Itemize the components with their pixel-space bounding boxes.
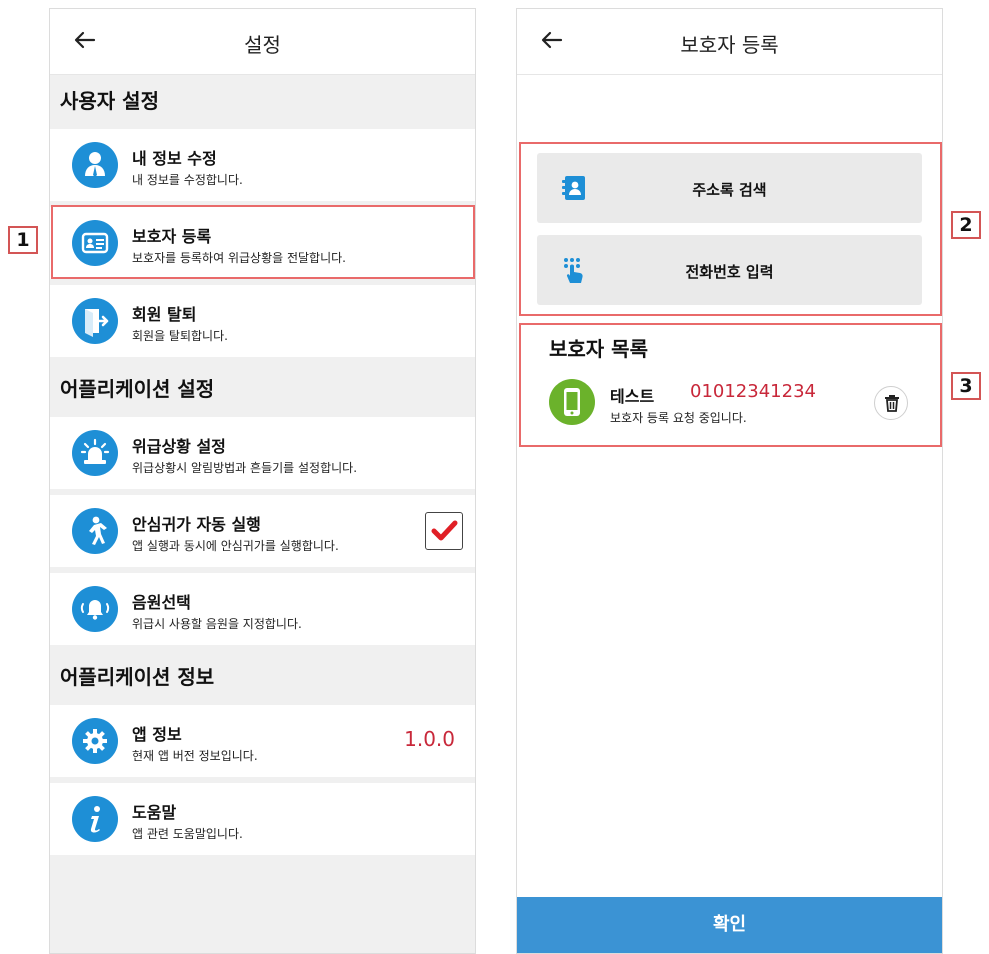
callout-1: [51, 205, 475, 279]
walking-person-icon: [72, 508, 118, 554]
help-item[interactable]: 도움말 앱 관련 도움말입니다.: [50, 783, 475, 855]
withdraw-item[interactable]: 회원 탈퇴 회원을 탈퇴합니다.: [50, 285, 475, 357]
guardian-register-screen: 보호자 등록 주소록 검색 전화번호 입력 보호자 목록 테스트 0101234…: [516, 8, 943, 954]
autorun-checkbox[interactable]: [425, 512, 463, 550]
callout-2: [519, 142, 942, 316]
edit-profile-title: 내 정보 수정: [132, 149, 217, 168]
marker-3: 3: [951, 372, 981, 400]
settings-screen: 설정 사용자 설정 내 정보 수정 내 정보를 수정합니다. 보호자 등록 보호…: [49, 8, 476, 954]
edit-profile-item[interactable]: 내 정보 수정 내 정보를 수정합니다.: [50, 129, 475, 201]
app-info-desc: 현재 앱 버전 정보입니다.: [132, 749, 258, 763]
help-desc: 앱 관련 도움말입니다.: [132, 827, 243, 841]
gear-icon: [72, 718, 118, 764]
callout-3: [519, 323, 942, 447]
emergency-settings-title: 위급상황 설정: [132, 437, 226, 456]
app-info-title: 앱 정보: [132, 725, 182, 744]
bell-icon: [72, 586, 118, 632]
autorun-desc: 앱 실행과 동시에 안심귀가를 실행합니다.: [132, 539, 339, 553]
checkmark-icon: [431, 520, 458, 541]
emergency-settings-item[interactable]: 위급상황 설정 위급상황시 알림방법과 흔들기를 설정합니다.: [50, 417, 475, 489]
page-title: 보호자 등록: [680, 33, 779, 57]
page-title: 설정: [244, 33, 281, 57]
emergency-settings-desc: 위급상황시 알림방법과 흔들기를 설정합니다.: [132, 461, 358, 475]
edit-profile-desc: 내 정보를 수정합니다.: [132, 173, 243, 187]
person-icon: [72, 142, 118, 188]
withdraw-title: 회원 탈퇴: [132, 305, 197, 324]
app-info-item[interactable]: 앱 정보 현재 앱 버전 정보입니다. 1.0.0: [50, 705, 475, 777]
info-icon: [72, 796, 118, 842]
sound-select-item[interactable]: 음원선택 위급시 사용할 음원을 지정합니다.: [50, 573, 475, 645]
marker-1: 1: [8, 226, 38, 254]
settings-appbar: 설정: [50, 9, 475, 75]
section-app-settings: 어플리케이션 설정: [50, 363, 475, 415]
confirm-button[interactable]: 확인: [517, 897, 942, 953]
guardian-appbar: 보호자 등록: [517, 9, 942, 75]
help-title: 도움말: [132, 803, 177, 822]
marker-2: 2: [951, 211, 981, 239]
autorun-title: 안심귀가 자동 실행: [132, 515, 261, 534]
sound-select-desc: 위급시 사용할 음원을 지정합니다.: [132, 617, 302, 631]
section-user-settings: 사용자 설정: [50, 75, 475, 127]
siren-icon: [72, 430, 118, 476]
section-app-info: 어플리케이션 정보: [50, 651, 475, 703]
autorun-item[interactable]: 안심귀가 자동 실행 앱 실행과 동시에 안심귀가를 실행합니다.: [50, 495, 475, 567]
withdraw-desc: 회원을 탈퇴합니다.: [132, 329, 228, 343]
guardian-body: 주소록 검색 전화번호 입력 보호자 목록 테스트 01012341234 보호…: [517, 75, 942, 933]
app-version-value: 1.0.0: [404, 727, 455, 751]
sound-select-title: 음원선택: [132, 593, 191, 612]
exit-door-icon: [72, 298, 118, 344]
